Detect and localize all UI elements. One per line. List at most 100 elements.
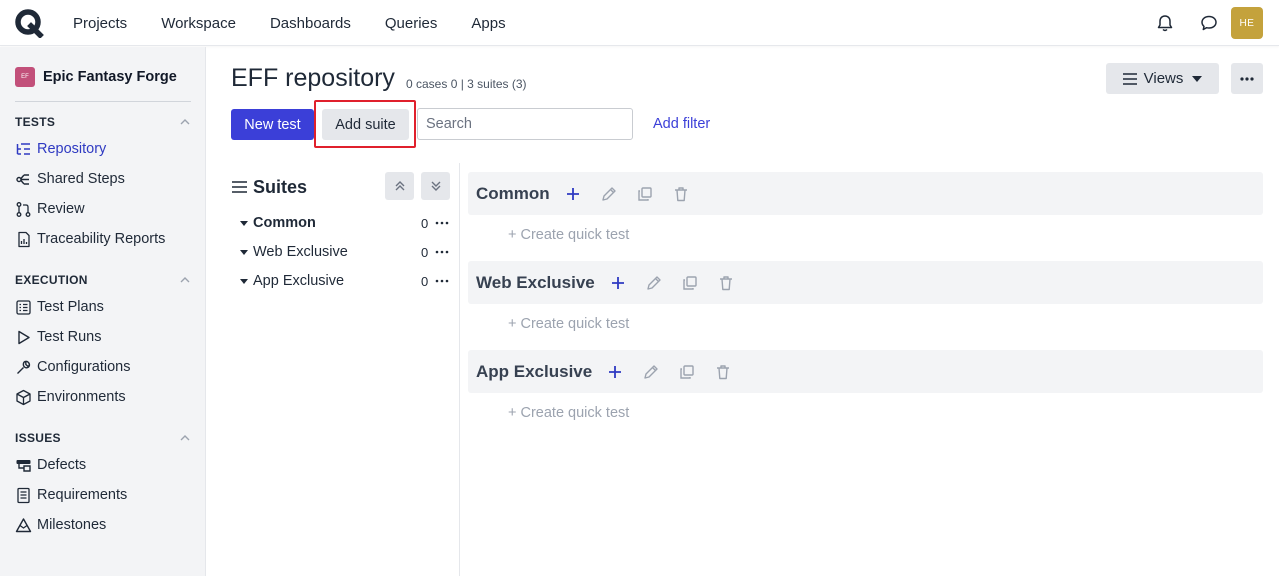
sidebar-item-label: Review: [37, 201, 85, 217]
caret-down-icon[interactable]: [239, 218, 249, 228]
chevron-up-icon: [180, 119, 190, 125]
defects-icon: [16, 459, 31, 472]
wrench-icon: [17, 360, 31, 374]
sidebar: EF Epic Fantasy Forge TESTS Repository S…: [0, 47, 206, 576]
suite-tree-item[interactable]: App Exclusive 0: [239, 272, 449, 290]
more-options-button[interactable]: [1231, 63, 1263, 94]
caret-down-icon[interactable]: [239, 247, 249, 257]
nav-workspace[interactable]: Workspace: [161, 15, 236, 32]
sidebar-item-label: Requirements: [37, 487, 128, 503]
section-tests-header[interactable]: TESTS: [15, 114, 191, 130]
suite-header: Common: [468, 172, 1263, 215]
nav-projects[interactable]: Projects: [73, 15, 127, 32]
nav-dashboards[interactable]: Dashboards: [270, 15, 351, 32]
pencil-icon[interactable]: [642, 363, 660, 381]
page-title: EFF repository: [231, 64, 395, 92]
collapse-all-button[interactable]: [385, 172, 414, 200]
suite-tree-count: 0: [421, 215, 429, 231]
more-horizontal-icon[interactable]: [435, 218, 449, 228]
project-switcher[interactable]: EF Epic Fantasy Forge: [15, 67, 177, 87]
sidebar-item-label: Test Runs: [37, 329, 102, 345]
bell-icon[interactable]: [1155, 13, 1175, 33]
copy-icon[interactable]: [678, 363, 696, 381]
suite-tree-name: Web Exclusive: [253, 244, 348, 260]
create-quick-test-link[interactable]: + Create quick test: [508, 405, 629, 421]
new-test-button[interactable]: New test: [231, 109, 314, 140]
create-quick-test-link[interactable]: + Create quick test: [508, 316, 629, 332]
sidebar-item-label: Configurations: [37, 359, 131, 375]
create-quick-test-link[interactable]: + Create quick test: [508, 227, 629, 243]
suite-tree-item[interactable]: Common 0: [239, 214, 449, 232]
sidebar-item-defects[interactable]: Defects: [15, 454, 86, 476]
project-name: Epic Fantasy Forge: [43, 69, 177, 85]
sidebar-item-configurations[interactable]: Configurations: [15, 356, 131, 378]
list-icon: [232, 181, 247, 193]
suite-tree-name: Common: [253, 215, 316, 231]
top-navigation: Projects Workspace Dashboards Queries Ap…: [0, 0, 1279, 46]
section-execution-header[interactable]: EXECUTION: [15, 272, 191, 288]
trash-icon[interactable]: [714, 363, 732, 381]
sidebar-item-label: Shared Steps: [37, 171, 125, 187]
shared-steps-icon: [16, 173, 29, 185]
views-dropdown-button[interactable]: Views: [1106, 63, 1219, 94]
main-nav: Projects Workspace Dashboards Queries Ap…: [56, 0, 523, 46]
expand-all-button[interactable]: [421, 172, 450, 200]
sidebar-item-label: Milestones: [37, 517, 107, 533]
suite-tree-count: 0: [421, 244, 429, 260]
sidebar-item-requirements[interactable]: Requirements: [15, 484, 127, 506]
plus-icon[interactable]: [606, 363, 624, 381]
requirements-icon: [17, 487, 30, 503]
plus-icon[interactable]: [564, 185, 582, 203]
nav-queries[interactable]: Queries: [385, 15, 438, 32]
section-title: ISSUES: [15, 431, 61, 445]
copy-icon[interactable]: [681, 274, 699, 292]
repository-icon: [16, 142, 30, 155]
suite-title: Web Exclusive: [476, 272, 595, 292]
qase-logo-icon[interactable]: [14, 8, 46, 38]
sidebar-item-label: Repository: [37, 141, 107, 157]
chevrons-up-icon: [395, 181, 404, 191]
section-issues-header[interactable]: ISSUES: [15, 430, 191, 446]
plus-icon[interactable]: [609, 274, 627, 292]
copy-icon[interactable]: [636, 185, 654, 203]
pencil-icon[interactable]: [645, 274, 663, 292]
user-avatar[interactable]: HE: [1231, 7, 1263, 39]
trash-icon[interactable]: [717, 274, 735, 292]
sidebar-item-review[interactable]: Review: [15, 198, 85, 220]
nav-apps[interactable]: Apps: [471, 15, 505, 32]
project-badge: EF: [15, 67, 35, 87]
more-horizontal-icon[interactable]: [435, 276, 449, 286]
sidebar-item-label: Traceability Reports: [37, 231, 166, 247]
caret-down-icon: [1192, 75, 1203, 82]
sidebar-item-environments[interactable]: Environments: [15, 386, 126, 408]
trash-icon[interactable]: [672, 185, 690, 203]
chevron-up-icon: [180, 277, 190, 283]
repository-stats: 0 cases 0 | 3 suites (3): [406, 77, 527, 91]
sidebar-item-test-runs[interactable]: Test Runs: [15, 326, 101, 348]
sidebar-item-repository[interactable]: Repository: [15, 138, 106, 160]
report-icon: [18, 231, 30, 247]
caret-down-icon[interactable]: [239, 276, 249, 286]
sidebar-item-shared-steps[interactable]: Shared Steps: [15, 168, 125, 190]
more-horizontal-icon[interactable]: [435, 247, 449, 257]
sidebar-item-label: Test Plans: [37, 299, 104, 315]
section-title: TESTS: [15, 115, 56, 129]
more-horizontal-icon: [1240, 76, 1254, 81]
add-filter-link[interactable]: Add filter: [653, 116, 710, 132]
suite-title: Common: [476, 183, 550, 203]
add-suite-button[interactable]: Add suite: [322, 109, 409, 140]
chevron-up-icon: [180, 435, 190, 441]
pencil-icon[interactable]: [600, 185, 618, 203]
list-icon: [1122, 72, 1137, 85]
search-input[interactable]: [417, 108, 633, 140]
suite-tree-name: App Exclusive: [253, 273, 345, 289]
suite-tree-count: 0: [421, 273, 429, 289]
suite-header: App Exclusive: [468, 350, 1263, 393]
sidebar-item-milestones[interactable]: Milestones: [15, 514, 106, 536]
suite-tree-item[interactable]: Web Exclusive 0: [239, 243, 449, 261]
suite-title: App Exclusive: [476, 361, 593, 381]
sidebar-item-test-plans[interactable]: Test Plans: [15, 296, 104, 318]
sidebar-item-traceability-reports[interactable]: Traceability Reports: [15, 228, 165, 250]
suites-title-label: Suites: [253, 176, 308, 197]
chat-icon[interactable]: [1199, 13, 1219, 33]
